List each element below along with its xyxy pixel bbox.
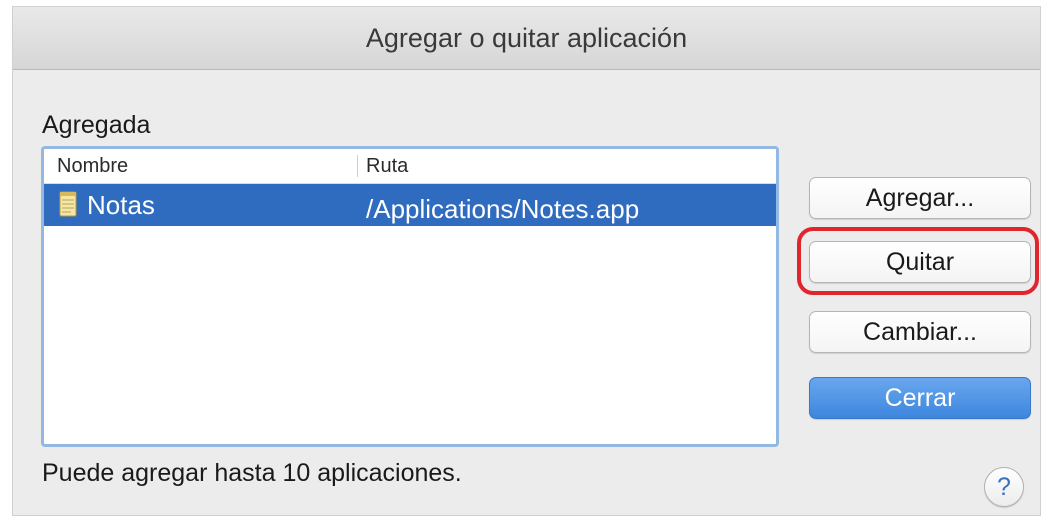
change-button[interactable]: Cambiar... [809,311,1031,353]
list-header: Nombre Ruta [44,149,776,184]
column-header-name[interactable]: Nombre [57,155,128,178]
help-icon[interactable]: ? [984,467,1024,507]
notes-app-icon [59,191,77,217]
row-app-name: Notas [87,190,155,220]
close-button[interactable]: Cerrar [809,377,1031,419]
add-remove-application-window: Agregar o quitar aplicación Agregada Nom… [12,6,1041,516]
list-row-notas[interactable]: Notas /Applications/Notes.app [44,184,776,226]
limit-hint: Puede agregar hasta 10 aplicaciones. [42,459,462,487]
column-header-path[interactable]: Ruta [366,155,408,178]
applications-list[interactable]: Nombre Ruta Notas /Applications/Notes.ap… [41,146,779,447]
add-button[interactable]: Agregar... [809,177,1031,219]
added-section-label: Agregada [42,111,151,139]
column-separator [357,155,358,177]
remove-button[interactable]: Quitar [809,241,1031,283]
row-app-path: /Applications/Notes.app [366,194,640,224]
window-title: Agregar o quitar aplicación [13,7,1040,70]
